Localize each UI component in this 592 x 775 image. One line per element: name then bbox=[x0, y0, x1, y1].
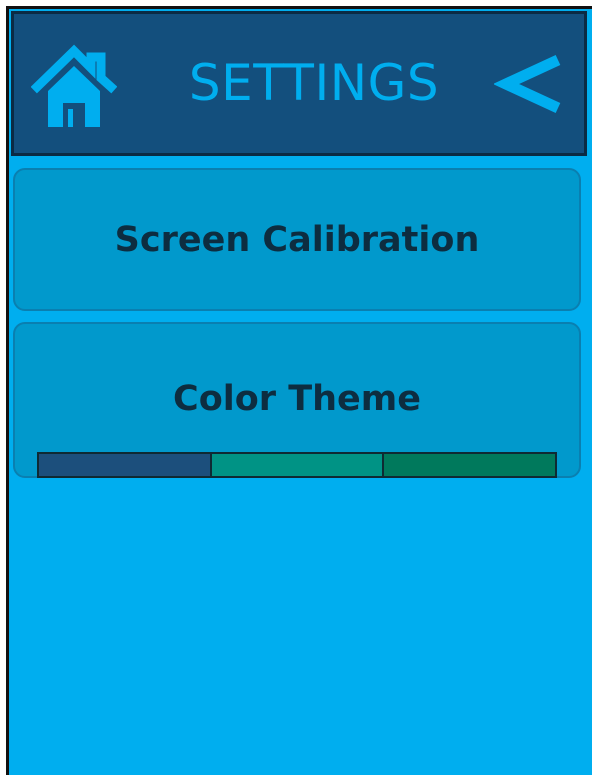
home-icon bbox=[30, 44, 118, 127]
screen-calibration-label: Screen Calibration bbox=[114, 220, 480, 260]
theme-swatch-blue[interactable] bbox=[39, 454, 210, 476]
header-bar: SETTINGS bbox=[11, 11, 587, 156]
page-title: SETTINGS bbox=[188, 54, 440, 112]
back-chevron-icon bbox=[492, 55, 561, 113]
theme-swatch-teal[interactable] bbox=[209, 454, 383, 476]
screen-calibration-button[interactable]: Screen Calibration bbox=[13, 168, 581, 311]
back-button[interactable] bbox=[492, 52, 564, 116]
color-theme-panel: Color Theme bbox=[13, 322, 581, 478]
theme-swatch-bar bbox=[37, 452, 557, 478]
home-button[interactable] bbox=[30, 41, 118, 127]
color-theme-label: Color Theme bbox=[173, 379, 421, 419]
theme-swatch-green[interactable] bbox=[382, 454, 556, 476]
